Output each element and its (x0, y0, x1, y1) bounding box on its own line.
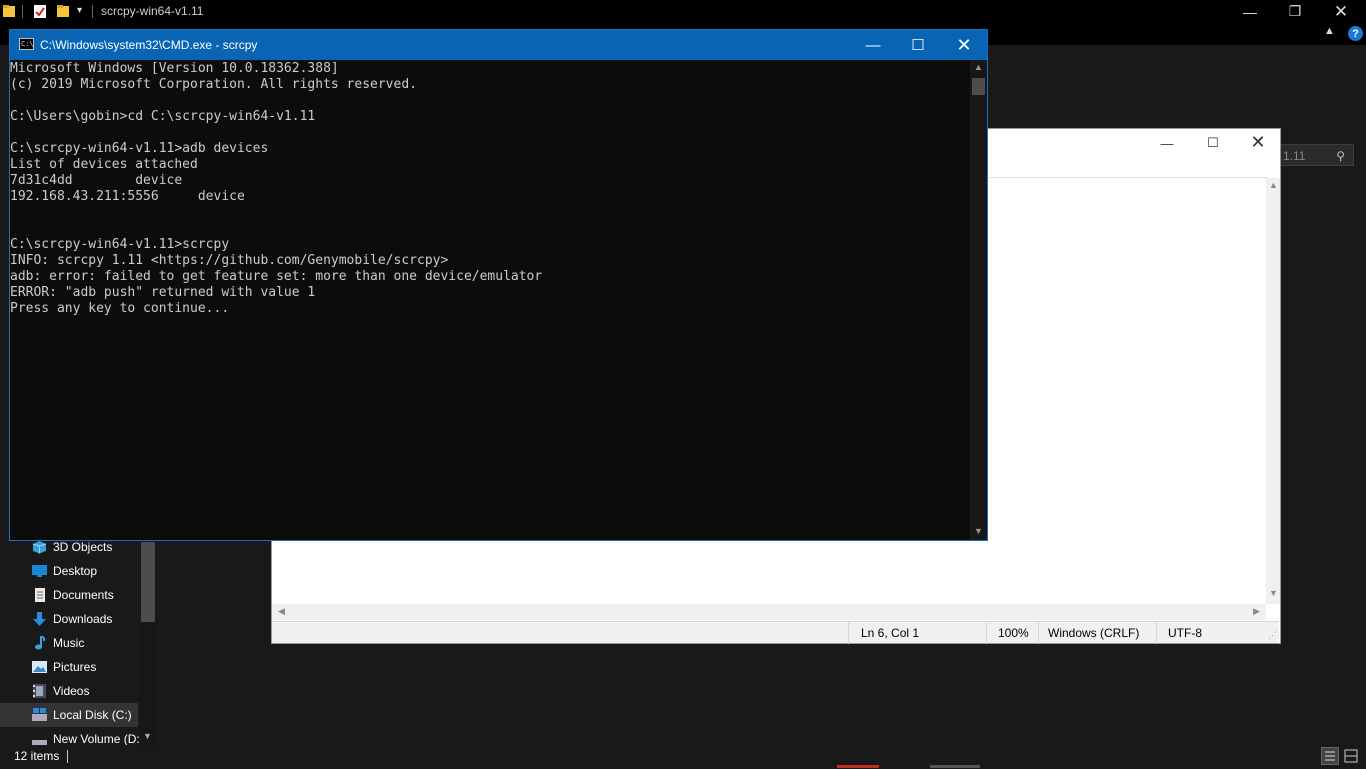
large-icons-view-icon[interactable] (1344, 749, 1358, 763)
documents-folder-icon (35, 588, 45, 602)
explorer-minimize-button[interactable]: — (1227, 0, 1273, 23)
nav-item-downloads[interactable]: Downloads (0, 607, 138, 631)
chevron-up-icon[interactable]: ▲ (1324, 25, 1335, 37)
details-view-icon[interactable] (1321, 747, 1339, 765)
nav-item-label: New Volume (D: (53, 732, 140, 746)
notepad-minimize-button[interactable]: — (1152, 133, 1182, 153)
nav-item-label: Local Disk (C:) (53, 708, 132, 722)
chevron-down-icon[interactable]: ▼ (143, 731, 152, 741)
properties-icon[interactable] (33, 3, 47, 19)
line-ending: Windows (CRLF) (1048, 626, 1140, 640)
status-divider (848, 622, 849, 644)
toolbar-separator (92, 5, 93, 18)
nav-item-label: Music (53, 636, 85, 650)
notepad-status-bar: Ln 6, Col 1 100% Windows (CRLF) UTF-8 ⋰ (272, 621, 1279, 644)
downloads-folder-icon (33, 612, 46, 626)
notepad-close-button[interactable]: ✕ (1243, 131, 1273, 153)
cmd-maximize-button[interactable]: ☐ (895, 30, 941, 60)
notepad-maximize-button[interactable]: ☐ (1198, 133, 1228, 153)
toolbar-separator (22, 5, 23, 18)
status-divider (986, 622, 987, 644)
notepad-horizontal-scrollbar[interactable]: ◀ ▶ (272, 604, 1266, 620)
new-folder-icon[interactable] (56, 3, 70, 19)
nav-item-label: Downloads (53, 612, 113, 626)
nav-item-desktop[interactable]: Desktop (0, 559, 138, 583)
local-disk-icon (32, 708, 47, 721)
drive-icon (32, 740, 47, 746)
explorer-close-button[interactable]: ✕ (1318, 0, 1364, 23)
cursor-position: Ln 6, Col 1 (861, 626, 920, 640)
search-box-text: 1.11 (1283, 149, 1306, 163)
cmd-title-bar[interactable]: C:\ C:\Windows\system32\CMD.exe - scrcpy… (10, 30, 987, 60)
explorer-restore-button[interactable]: ❐ (1272, 0, 1318, 23)
explorer-status-bar: 12 items (0, 745, 1366, 768)
explorer-title-bar: ▾ scrcpy-win64-v1.11 — ❐ ✕ (0, 0, 1366, 23)
notepad-vertical-scrollbar[interactable]: ▲ ▼ (1266, 178, 1280, 604)
cmd-window-title: C:\Windows\system32\CMD.exe - scrcpy (40, 38, 258, 52)
encoding: UTF-8 (1168, 626, 1202, 640)
nav-item-music[interactable]: Music (0, 631, 138, 655)
navigation-pane: 3D Objects Desktop Documents Downloads M… (0, 535, 158, 746)
nav-item-label: Videos (53, 684, 90, 698)
music-folder-icon (35, 636, 46, 650)
cmd-vertical-scrollbar[interactable]: ▲ ▼ (970, 60, 987, 540)
nav-item-label: Desktop (53, 564, 98, 578)
nav-item-videos[interactable]: Videos (0, 679, 138, 703)
3d-objects-icon (32, 541, 47, 554)
console-output[interactable]: Microsoft Windows [Version 10.0.18362.38… (10, 60, 970, 540)
chevron-left-icon[interactable]: ◀ (278, 606, 285, 617)
videos-folder-icon (33, 684, 46, 698)
cmd-scrollbar-thumb[interactable] (972, 78, 985, 95)
pictures-folder-icon (32, 661, 47, 673)
resize-grip-icon[interactable]: ⋰ (1268, 630, 1277, 641)
help-icon[interactable]: ? (1348, 26, 1363, 41)
status-divider (1038, 622, 1039, 644)
item-count: 12 items (14, 749, 60, 763)
navigation-scrollbar-thumb[interactable] (141, 542, 155, 622)
nav-item-label: Pictures (53, 660, 97, 674)
chevron-up-icon[interactable]: ▲ (974, 62, 983, 72)
chevron-up-icon[interactable]: ▲ (1269, 180, 1278, 190)
desktop-folder-icon (32, 565, 47, 577)
customize-quick-access-icon[interactable]: ▾ (77, 5, 82, 16)
console-text: Microsoft Windows [Version 10.0.18362.38… (10, 61, 543, 316)
folder-icon (3, 5, 15, 17)
status-divider (1156, 622, 1157, 644)
cmd-window: C:\ C:\Windows\system32\CMD.exe - scrcpy… (9, 29, 988, 541)
nav-item-label: 3D Objects (53, 540, 113, 554)
status-separator (67, 750, 68, 763)
explorer-window-title: scrcpy-win64-v1.11 (101, 4, 204, 18)
nav-item-documents[interactable]: Documents (0, 583, 138, 607)
nav-item-pictures[interactable]: Pictures (0, 655, 138, 679)
cmd-minimize-button[interactable]: — (850, 30, 896, 60)
nav-item-local-disk-c[interactable]: Local Disk (C:) (0, 703, 138, 727)
zoom-level: 100% (998, 626, 1029, 640)
search-icon: ⚲ (1336, 149, 1345, 163)
chevron-down-icon[interactable]: ▼ (1269, 588, 1278, 598)
notepad-menu-divider (988, 177, 1268, 178)
explorer-search-box[interactable]: 1.11 ⚲ (1272, 144, 1354, 166)
console-icon: C:\ (19, 38, 34, 50)
chevron-down-icon[interactable]: ▼ (974, 526, 983, 536)
cmd-close-button[interactable]: ✕ (941, 30, 987, 60)
chevron-right-icon[interactable]: ▶ (1253, 606, 1260, 617)
nav-item-label: Documents (53, 588, 114, 602)
